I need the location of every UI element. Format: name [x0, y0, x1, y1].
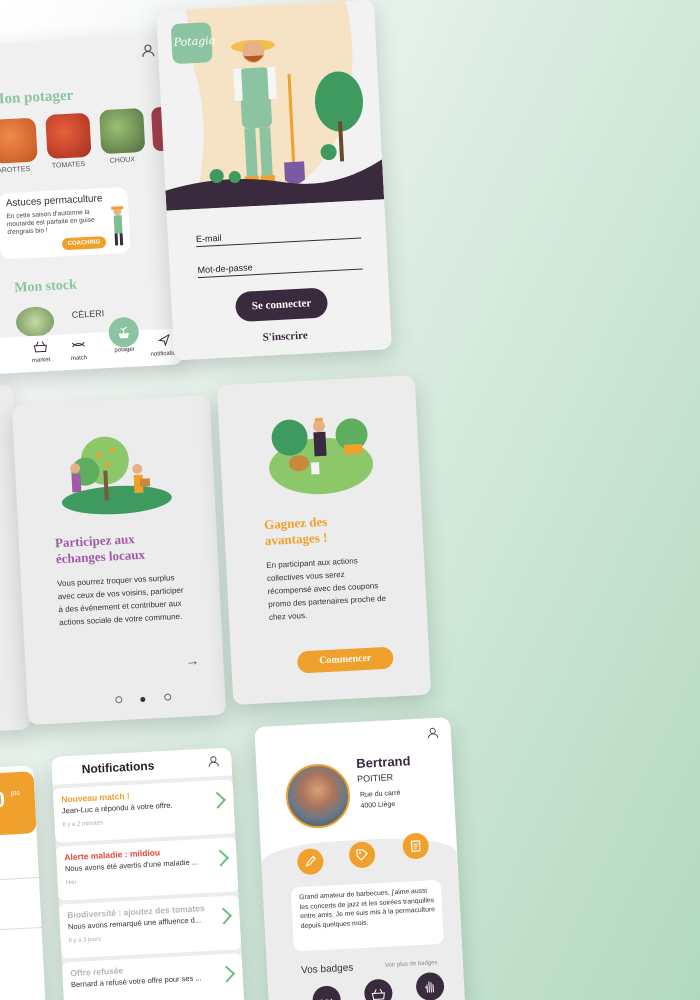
email-label: E-mail	[195, 232, 222, 245]
hand-icon	[424, 979, 437, 999]
signup-link[interactable]: S'inscrire	[255, 329, 316, 344]
basket-icon	[371, 987, 386, 1000]
divider	[0, 926, 42, 938]
match-icon	[70, 337, 87, 355]
vegetable-label: TOMATES	[51, 161, 86, 170]
nav-potager[interactable]: potager	[106, 316, 142, 354]
nav-match[interactable]: match	[63, 337, 94, 363]
chevron-right-icon[interactable]	[209, 791, 227, 809]
email-field[interactable]: E-mail	[195, 215, 362, 248]
page-dot[interactable]	[115, 696, 123, 704]
app-logo: Potagio	[173, 33, 216, 50]
potager-icon	[107, 316, 140, 348]
badge-help[interactable]	[415, 971, 445, 1000]
divider	[0, 877, 39, 888]
bottom-nav: market match potager notification	[0, 316, 184, 376]
tag-icon	[355, 848, 370, 868]
user-icon[interactable]	[426, 726, 439, 745]
vegetable-card-choux[interactable]	[99, 107, 146, 155]
notification-time: Hier	[65, 879, 77, 887]
login-screen: Potagio E-mail Mot-de-passe Se connecter…	[155, 0, 393, 361]
advantages-illustration	[269, 417, 374, 495]
gardener-illustration-icon	[108, 205, 128, 253]
avatar[interactable]	[284, 762, 352, 830]
stock-item-label: CÉLERI	[71, 308, 105, 320]
notification-time: Il y a 2 minutes	[62, 820, 104, 829]
chevron-right-icon[interactable]	[212, 849, 230, 867]
password-field[interactable]: Mot-de-passe	[196, 246, 363, 279]
page-dot-active[interactable]	[140, 696, 146, 703]
onboarding-screen-advantages: Gagnez des avantages ! En participant au…	[216, 375, 432, 705]
tips-card: Astuces permaculture En cette saison d'a…	[0, 186, 131, 260]
profile-first-name: Bertrand	[355, 753, 411, 772]
notification-item[interactable]: Nouveau match ! Jean-Luc a répondu à vot…	[52, 779, 236, 843]
password-label: Mot-de-passe	[197, 262, 253, 276]
start-button[interactable]: Commencer	[296, 646, 394, 674]
page-dot[interactable]	[163, 693, 172, 701]
notifications-header: Notifications	[51, 747, 233, 785]
stock-item-image[interactable]	[15, 305, 55, 338]
vegetable-card-tomates[interactable]	[45, 112, 92, 159]
vegetable-list: CAROTTES TOMATES CHOUX	[0, 105, 183, 185]
chevron-right-icon[interactable]	[215, 907, 233, 925]
tips-text: En cette saison d'automne la moutarde es…	[6, 208, 95, 237]
chevron-right-icon[interactable]	[218, 965, 236, 983]
points-value: 0	[0, 786, 6, 813]
section-title-potager: Mon potager	[0, 87, 74, 108]
coaching-button[interactable]: COACHING	[61, 236, 107, 251]
mockup-stage: Mon potager CAROTTES TOMATES CHOUX Astuc…	[0, 0, 700, 1000]
onboarding-title: Gagnez des avantages !	[263, 513, 328, 549]
notification-title: Offre refusée	[70, 965, 124, 979]
handshake-icon	[319, 994, 334, 1000]
section-title-stock: Mon stock	[13, 277, 78, 296]
onboarding-text: Vous pourrez troquer vos surplus avec ce…	[56, 573, 184, 628]
nav-label: match	[70, 355, 88, 363]
vegetable-label: CHOUX	[109, 156, 136, 165]
profile-address-line2: 4000 Liège	[360, 801, 396, 810]
profile-screen: Bertrand POITIER Rue du carré 4000 Liège…	[254, 717, 466, 1000]
nav-market[interactable]: market	[25, 339, 56, 365]
notification-item[interactable]: Alerte maladie : mildiou Nous avons été …	[55, 837, 239, 901]
home-screen: Mon potager CAROTTES TOMATES CHOUX Astuc…	[0, 34, 184, 376]
notifications-title: Notifications	[81, 758, 155, 777]
profile-bio: Grand amateur de barbecues, j'aime aussi…	[299, 887, 436, 930]
notification-time: Il y a 3 jours	[68, 936, 102, 945]
market-icon	[33, 339, 48, 357]
onboarding-text: En participant aux actions collectives v…	[266, 556, 387, 622]
pagination-dots	[115, 687, 176, 708]
nav-label: potager	[114, 346, 135, 354]
profile-address-line1: Rue du carré	[359, 789, 401, 799]
login-hero: Potagio	[156, 0, 385, 211]
connect-button[interactable]: Se connecter	[234, 287, 329, 323]
tips-title: Astuces permaculture	[5, 193, 103, 210]
points-badge: 0 pts	[0, 771, 37, 838]
notifications-screen: Notifications Nouveau match ! Jean-Luc a…	[51, 747, 245, 1000]
arrow-right-icon[interactable]: →	[185, 652, 200, 669]
onboarding-title: Participez aux échanges locaux	[54, 531, 146, 567]
user-icon[interactable]	[207, 754, 220, 773]
profile-last-name: POITIER	[356, 772, 394, 785]
notification-item[interactable]: Biodiversité : ajoutez des tomates Nous …	[58, 895, 242, 959]
points-unit: pts	[10, 789, 21, 798]
onboarding-screen-exchanges: Participez aux échanges locaux Vous pour…	[11, 395, 227, 725]
nav-label: market	[31, 357, 51, 365]
exchange-illustration	[61, 436, 172, 515]
farmer-illustration	[165, 1, 385, 211]
points-screen-partial: 0 pts	[0, 765, 47, 1000]
vegetable-label: CAROTTES	[0, 165, 31, 175]
notification-item[interactable]: Offre refusée Bernard a refusé votre off…	[61, 953, 245, 1000]
send-icon	[157, 333, 171, 351]
pencil-icon	[303, 854, 318, 874]
clipboard-icon	[408, 839, 423, 859]
vegetable-card-carottes[interactable]	[0, 117, 38, 164]
bio-card: Grand amateur de barbecues, j'aime aussi…	[290, 879, 444, 952]
user-icon[interactable]	[141, 43, 156, 63]
